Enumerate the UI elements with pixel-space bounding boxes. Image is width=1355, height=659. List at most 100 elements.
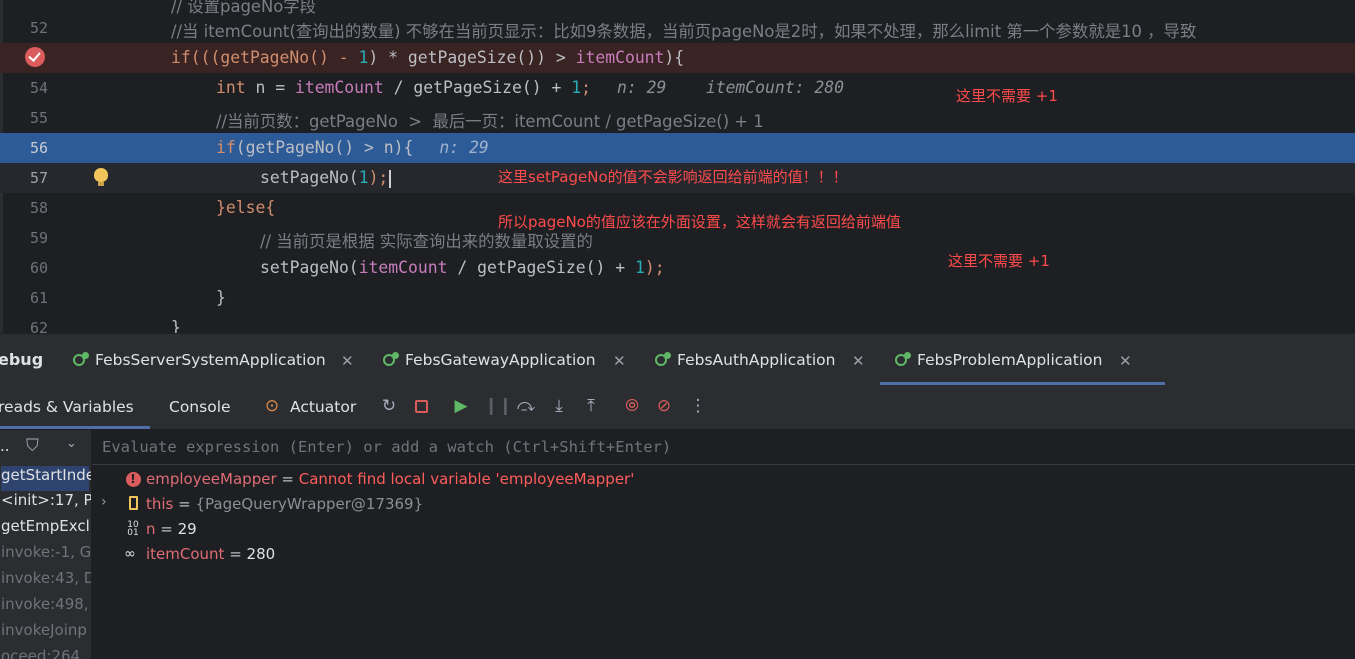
- code-token: int: [216, 78, 246, 97]
- error-icon: !: [125, 471, 141, 487]
- code-line-53[interactable]: if(((getPageNo() - 1) * getPageSize()) >…: [0, 43, 1355, 73]
- primitive-icon: 10 01: [127, 520, 139, 538]
- object-icon: [125, 496, 141, 512]
- chevron-right-icon[interactable]: ›: [101, 494, 107, 510]
- code-comment: //当前页数：getPageNo > 最后一页：itemCount / getP…: [216, 112, 764, 131]
- active-tab-indicator: [0, 426, 150, 429]
- run-tab-label: FebsServerSystemApplication: [95, 351, 326, 369]
- lightbulb-icon[interactable]: [94, 168, 108, 186]
- code-token: 1: [358, 168, 369, 187]
- code-line-62[interactable]: 62 }: [0, 313, 1355, 333]
- variable-name: employeeMapper: [146, 470, 277, 488]
- step-into-icon[interactable]: ⤓: [549, 396, 569, 416]
- breakpoint-icon[interactable]: [25, 47, 45, 67]
- line-number: 58: [29, 199, 48, 217]
- spring-app-icon: [655, 352, 671, 368]
- debug-run-tabs: ebug FebsServerSystemApplication ✕ FebsG…: [0, 333, 1355, 386]
- code-token: }: [216, 288, 226, 307]
- frame-item[interactable]: invoke:-1, G: [1, 543, 91, 568]
- line-number: 52: [29, 19, 48, 37]
- code-token: setPageNo(: [260, 168, 359, 187]
- step-out-icon[interactable]: ⤒: [581, 396, 601, 416]
- resume-icon[interactable]: ▶: [451, 396, 471, 416]
- frame-item[interactable]: <init>:17, Pa: [1, 491, 91, 516]
- annotation-note-4: 这里不需要 +1: [948, 252, 1050, 270]
- code-token: (getPageNo() > n){: [235, 138, 414, 157]
- code-token: 1: [571, 78, 582, 97]
- close-icon[interactable]: ✕: [341, 352, 354, 370]
- frame-item[interactable]: oceed:264,: [1, 647, 85, 659]
- debugger-toolbar: reads & Variables Console ⊙ Actuator ↻ ▶…: [0, 385, 1355, 430]
- tab-threads-variables[interactable]: reads & Variables: [0, 398, 134, 416]
- variable-value: Cannot find local variable 'employeeMapp…: [298, 470, 635, 488]
- line-number: 62: [29, 319, 48, 333]
- code-comment: //当 itemCount(查询出的数量) 不够在当前页显示：比如9条数据，当前…: [171, 22, 1197, 41]
- run-tab-febs-gateway[interactable]: FebsGatewayApplication ✕: [383, 334, 633, 386]
- code-line-55[interactable]: 55 //当前页数：getPageNo > 最后一页：itemCount / g…: [0, 103, 1355, 133]
- line-number: 55: [29, 109, 48, 127]
- variable-value: 280: [246, 545, 276, 563]
- frame-item[interactable]: invoke:43, D: [1, 569, 91, 594]
- actuator-icon: ⊙: [264, 396, 280, 416]
- variable-row[interactable]: ∞ itemCount = 280: [92, 542, 1355, 567]
- annotation-note-3: 所以pageNo的值应该在外面设置，这样就会有返回给前端值: [498, 213, 901, 231]
- frames-panel: .. ⛉ ⌄ getStartInde <init>:17, Pa getEmp…: [0, 430, 92, 659]
- more-options-icon[interactable]: ⋮: [688, 396, 708, 416]
- watch-icon: ∞: [124, 546, 136, 562]
- code-token: n =: [245, 78, 295, 97]
- pause-icon[interactable]: ❙❙: [484, 396, 513, 416]
- code-line-54[interactable]: 54 int n = itemCount / getPageSize() + 1…: [0, 73, 1355, 103]
- code-token: ;: [581, 78, 592, 97]
- code-token: ) * getPageSize()) >: [368, 48, 576, 67]
- tab-actuator[interactable]: Actuator: [290, 398, 356, 416]
- frame-item[interactable]: getEmpExcl: [1, 517, 90, 542]
- variable-row[interactable]: ! employeeMapper = Cannot find local var…: [92, 467, 1355, 492]
- rerun-icon[interactable]: ↻: [379, 396, 399, 416]
- chevron-down-icon[interactable]: ⌄: [66, 436, 77, 451]
- variable-name: itemCount: [146, 545, 225, 563]
- close-icon[interactable]: ✕: [613, 352, 626, 370]
- code-token: setPageNo(: [260, 258, 359, 277]
- frames-header: .. ⛉ ⌄: [0, 430, 91, 464]
- frame-item[interactable]: invoke:498,: [1, 595, 89, 620]
- code-token: if: [216, 138, 236, 157]
- variable-row[interactable]: 10 01 n = 29: [92, 517, 1355, 542]
- frame-item[interactable]: invokeJoinp: [1, 621, 87, 646]
- run-tab-label: FebsProblemApplication: [917, 351, 1103, 369]
- code-line-52[interactable]: 52 //当 itemCount(查询出的数量) 不够在当前页显示：比如9条数据…: [0, 13, 1355, 43]
- run-tab-label: FebsGatewayApplication: [405, 351, 596, 369]
- run-tab-label: FebsAuthApplication: [677, 351, 836, 369]
- mute-breakpoints-icon[interactable]: ⊘: [654, 396, 674, 416]
- variable-row[interactable]: › this = {PageQueryWrapper@17369}: [92, 492, 1355, 517]
- tab-console[interactable]: Console: [169, 398, 231, 416]
- code-editor[interactable]: // 设置pageNo字段 52 //当 itemCount(查询出的数量) 不…: [0, 0, 1355, 333]
- code-token: ){: [664, 48, 685, 67]
- line-number: 57: [29, 169, 48, 187]
- code-line-60[interactable]: 60 setPageNo(itemCount / getPageSize() +…: [0, 253, 1355, 283]
- code-token: }else{: [216, 198, 276, 217]
- code-line-56[interactable]: 56 if(getPageNo() > n){n: 29: [0, 133, 1355, 163]
- code-line-61[interactable]: 61 }: [0, 283, 1355, 313]
- frame-item[interactable]: getStartInde: [1, 466, 91, 491]
- watch-expression-input[interactable]: Evaluate expression (Enter) or add a wat…: [92, 430, 1355, 465]
- view-breakpoints-icon[interactable]: ⦾: [622, 396, 642, 416]
- step-over-icon[interactable]: ⤼: [516, 396, 536, 416]
- line-number: 54: [29, 79, 48, 97]
- run-tab-febs-server-system[interactable]: FebsServerSystemApplication ✕: [73, 334, 363, 386]
- code-token: 1: [635, 258, 645, 277]
- close-icon[interactable]: ✕: [852, 352, 865, 370]
- filter-icon[interactable]: ⛉: [26, 436, 39, 456]
- text-caret: [389, 169, 392, 188]
- run-tab-febs-problem[interactable]: FebsProblemApplication ✕: [880, 334, 1165, 386]
- code-token: 1: [358, 48, 369, 67]
- variable-name: n: [146, 520, 156, 538]
- variable-name: this: [146, 495, 174, 513]
- run-tab-febs-auth[interactable]: FebsAuthApplication ✕: [655, 334, 870, 386]
- debug-panel-title: ebug: [0, 350, 44, 369]
- frames-header-label: ..: [0, 437, 10, 455]
- code-comment: // 当前页是根据 实际查询出来的数量取设置的: [260, 232, 593, 251]
- code-token: }: [171, 318, 181, 333]
- stop-icon[interactable]: [411, 396, 431, 416]
- close-icon[interactable]: ✕: [1119, 352, 1132, 370]
- code-token: itemCount: [358, 258, 448, 277]
